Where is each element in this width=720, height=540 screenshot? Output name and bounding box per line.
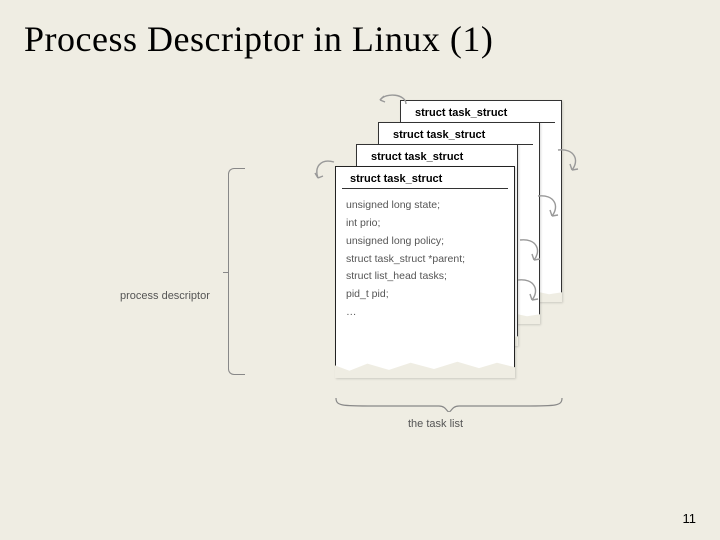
link-arrow-icon <box>534 192 562 220</box>
bottom-brace-icon <box>334 396 564 412</box>
struct-header: struct task_struct <box>363 145 511 167</box>
task-list-label: the task list <box>408 418 463 430</box>
process-descriptor-label: process descriptor <box>120 290 210 302</box>
page-number: 11 <box>683 511 697 526</box>
task-struct-diagram: struct task_struct struct task_struct st… <box>120 100 600 480</box>
struct-field: unsigned long state; <box>346 197 504 215</box>
left-bracket-icon <box>228 168 245 375</box>
struct-field: struct task_struct *parent; <box>346 251 504 269</box>
link-arrow-icon <box>516 236 544 264</box>
link-arrow-icon <box>514 276 542 304</box>
struct-field: pid_t pid; <box>346 286 504 304</box>
struct-header: struct task_struct <box>407 101 555 123</box>
struct-field: unsigned long policy; <box>346 233 504 251</box>
struct-header: struct task_struct <box>342 167 508 189</box>
struct-fields: unsigned long state; int prio; unsigned … <box>336 189 514 322</box>
link-arrow-icon <box>554 146 582 174</box>
struct-field: int prio; <box>346 215 504 233</box>
link-arrow-icon <box>376 90 410 110</box>
task-struct-sheet-1: struct task_struct unsigned long state; … <box>335 166 515 378</box>
link-arrow-icon <box>312 158 340 182</box>
slide-title: Process Descriptor in Linux (1) <box>24 18 493 60</box>
struct-field: struct list_head tasks; <box>346 268 504 286</box>
struct-header: struct task_struct <box>385 123 533 145</box>
struct-field: … <box>346 304 504 322</box>
